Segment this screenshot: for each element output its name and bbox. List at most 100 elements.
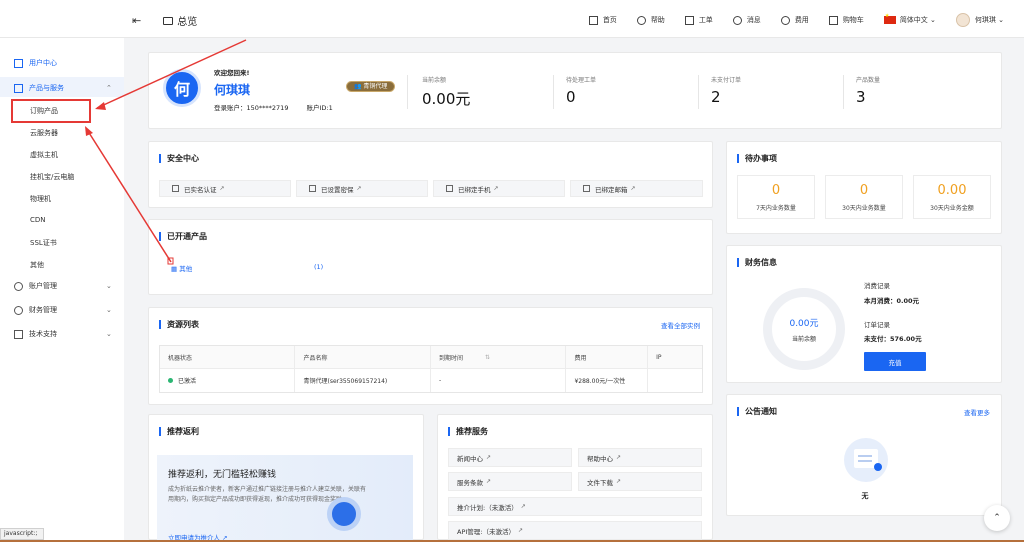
resource-card: 资源列表 查看全部实例 机器状态 产品名称 到期时间 ⇅ 费用 IP 已激活 青铜… xyxy=(148,307,713,405)
service-news[interactable]: 新闻中心 ↗ xyxy=(448,448,572,467)
grid-icon: ▦ xyxy=(171,265,180,273)
external-link-icon: ↗ xyxy=(616,478,622,485)
order-text: 未支付：576.00元 xyxy=(864,335,922,343)
recharge-button[interactable]: 充值 xyxy=(864,352,926,371)
notice-more-link[interactable]: 查看更多 xyxy=(964,407,990,417)
sidebar-sub-cloud-pc[interactable]: 挂机宝/云电脑 xyxy=(30,172,74,182)
security-password[interactable]: 已设置密保 ↗ xyxy=(296,180,428,197)
yen-icon xyxy=(780,15,790,25)
monitor-icon xyxy=(163,16,174,25)
china-flag-icon xyxy=(883,13,896,24)
mail-icon xyxy=(583,185,590,192)
nav-help[interactable]: 帮助 xyxy=(636,15,665,25)
sidebar-sub-other[interactable]: 其他 xyxy=(30,260,44,270)
external-link-icon: ↗ xyxy=(486,454,492,461)
avatar xyxy=(955,13,970,27)
opened-item-count: (1) xyxy=(314,263,324,271)
chevron-down-icon: ⌄ xyxy=(106,282,112,290)
nav-home[interactable]: 首页 xyxy=(588,15,617,25)
service-help[interactable]: 帮助中心 ↗ xyxy=(578,448,702,467)
sidebar-sub-ssl[interactable]: SSL证书 xyxy=(30,238,57,248)
cell-expire: - xyxy=(431,369,567,392)
divider xyxy=(843,75,844,109)
browser-status-tooltip: javascript:; xyxy=(0,528,44,540)
external-link-icon: ↗ xyxy=(630,185,636,192)
profile-card: 何 欢迎您回来! 何琪琪 登录账户：150****2719 账户ID:1 👥 青铜… xyxy=(148,52,1002,129)
col-status: 机器状态 xyxy=(160,346,296,368)
phone-icon xyxy=(446,185,453,192)
balance-ring xyxy=(763,288,845,370)
view-all-instances-link[interactable]: 查看全部实例 xyxy=(661,320,700,330)
security-card: 安全中心 已实名认证 ↗ 已设置密保 ↗ 已绑定手机 ↗ 已绑定邮箱 ↗ xyxy=(148,141,713,208)
todo-card: 待办事项 0 7天内业务数量 0 30天内业务数量 0.00 30天内业务金额 xyxy=(726,141,1002,234)
opened-item-other[interactable]: ▦ 其他 xyxy=(171,263,192,273)
services-card: 推荐服务 新闻中心 ↗ 帮助中心 ↗ 服务条款 ↗ 文件下载 ↗ 推介计划:（未激活） ↗… xyxy=(437,414,713,540)
stat-balance[interactable]: 当前余额 0.00元 xyxy=(422,75,470,109)
security-realname[interactable]: 已实名认证 ↗ xyxy=(159,180,291,197)
cell-status: 已激活 xyxy=(160,369,296,392)
stat-tickets[interactable]: 待处理工单 0 xyxy=(566,75,596,106)
referral-card: 推荐返利 推荐返利，无门槛轻松赚钱 成为折纸云推介使者，新客户通过推广链接注册与… xyxy=(148,414,424,542)
finance-icon xyxy=(14,305,23,315)
opened-title: 已开通产品 xyxy=(159,232,207,241)
chevron-up-icon: ⌃ xyxy=(106,84,112,92)
stat-unpaid-orders[interactable]: 未支付订单 2 xyxy=(711,75,741,106)
nav-billing[interactable]: 费用 xyxy=(780,15,809,25)
sidebar-item-user-center[interactable]: 用户中心 xyxy=(14,58,57,68)
desktop-icon xyxy=(588,15,598,25)
services-title: 推荐服务 xyxy=(448,427,488,436)
external-link-icon: ↗ xyxy=(356,185,362,192)
user-name: 何琪琪 xyxy=(214,83,251,97)
sidebar-sub-cdn[interactable]: CDN xyxy=(30,216,46,224)
cell-fee: ¥288.00元/一次性 xyxy=(566,369,649,392)
notice-empty-text: 无 xyxy=(861,492,869,500)
sidebar-item-account[interactable]: 账户管理 ⌄ xyxy=(14,281,112,291)
home-icon xyxy=(14,58,23,68)
consume-title: 消费记录 xyxy=(864,282,890,290)
external-link-icon: ↗ xyxy=(616,454,622,461)
col-expire[interactable]: 到期时间 ⇅ xyxy=(431,346,567,368)
todo-7d-count[interactable]: 0 7天内业务数量 xyxy=(737,175,815,219)
menu-fold-icon[interactable]: ⇤ xyxy=(132,14,141,27)
stat-products[interactable]: 产品数量 3 xyxy=(856,75,880,106)
service-api[interactable]: API管理:（未激活） ↗ xyxy=(448,521,702,540)
cell-ip xyxy=(648,369,702,392)
col-name: 产品名称 xyxy=(295,346,431,368)
security-title: 安全中心 xyxy=(159,154,199,163)
referral-headline: 推荐返利，无门槛轻松赚钱 xyxy=(168,470,277,480)
nav-message[interactable]: 消息 xyxy=(732,15,761,25)
shield-icon xyxy=(309,185,316,192)
external-link-icon: ↗ xyxy=(486,478,492,485)
service-referral-plan[interactable]: 推介计划:（未激活） ↗ xyxy=(448,497,702,516)
security-email[interactable]: 已绑定邮箱 ↗ xyxy=(570,180,703,197)
referral-title: 推荐返利 xyxy=(159,427,199,436)
grid-icon xyxy=(14,83,23,93)
nav-cart[interactable]: 购物车 xyxy=(828,15,864,25)
ticket-icon xyxy=(684,15,694,25)
top-bar: ⇤ 总览 首页 帮助 工单 消息 费用 购物车 简体中文 ⌄ 何琪琪 ⌄ xyxy=(0,0,1024,38)
service-download[interactable]: 文件下载 ↗ xyxy=(578,472,702,491)
sidebar-item-finance[interactable]: 财务管理 ⌄ xyxy=(14,305,112,315)
external-link-icon: ↗ xyxy=(493,185,499,192)
security-phone[interactable]: 已绑定手机 ↗ xyxy=(433,180,565,197)
page-title: 总览 xyxy=(177,17,198,28)
finance-title: 财务信息 xyxy=(737,258,777,267)
opened-products-card: 已开通产品 ▦ 其他 (1) xyxy=(148,219,713,295)
user-menu[interactable]: 何琪琪 ⌄ xyxy=(955,13,1004,27)
external-link-icon: ↗ xyxy=(517,527,524,534)
sidebar-item-products[interactable]: 产品与服务 ⌃ xyxy=(14,83,112,93)
sidebar-item-support[interactable]: 技术支持 ⌄ xyxy=(14,329,112,339)
service-terms[interactable]: 服务条款 ↗ xyxy=(448,472,572,491)
notice-title: 公告通知 xyxy=(737,407,777,416)
sidebar-sub-cloud-server[interactable]: 云服务器 xyxy=(30,128,58,138)
language-select[interactable]: 简体中文 ⌄ xyxy=(883,13,936,25)
sidebar-sub-virtual-host[interactable]: 虚拟主机 xyxy=(30,150,58,160)
back-to-top-button[interactable]: ⌃ xyxy=(984,505,1010,531)
sidebar-sub-physical[interactable]: 物理机 xyxy=(30,194,51,204)
nav-ticket[interactable]: 工单 xyxy=(684,15,713,25)
todo-30d-amount[interactable]: 0.00 30天内业务金额 xyxy=(913,175,991,219)
user-icon xyxy=(14,281,23,291)
todo-30d-count[interactable]: 0 30天内业务数量 xyxy=(825,175,903,219)
resource-table: 机器状态 产品名称 到期时间 ⇅ 费用 IP 已激活 青铜代理(ser355069… xyxy=(159,345,703,393)
table-row[interactable]: 已激活 青铜代理(ser355069157214) - ¥288.00元/一次性 xyxy=(160,369,702,392)
